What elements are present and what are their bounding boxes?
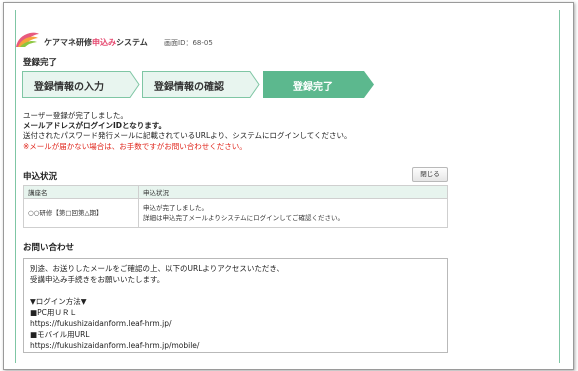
status-line: 詳細は申込完了メールよりシステムにログインしてご確認ください。	[143, 214, 344, 222]
inquiry-line: ▼ログイン方法▼	[30, 297, 87, 306]
inquiry-line: ■PC用ＵＲＬ	[30, 308, 77, 317]
inquiry-line	[30, 285, 441, 296]
column-header-status: 申込状況	[138, 185, 448, 199]
system-name: ケアマネ研修申込みシステム	[44, 38, 148, 47]
mobile-url-link[interactable]: https://fukushizaidanform.leaf-hrm.jp/mo…	[30, 340, 441, 351]
close-button[interactable]: 閉じる	[412, 167, 448, 182]
table-row: ○○研修【第□回第△期】 申込が完了しました。 詳細は申込完了メールよりシステム…	[23, 198, 448, 228]
table-header-row: 講座名 申込状況	[23, 185, 448, 199]
step-complete-label: 登録完了	[293, 82, 333, 93]
message-password-mail: 送付されたパスワード発行メールに記載されているURLより、システムにログインして…	[23, 131, 352, 140]
inquiry-line: 受講申込み手続きをお願いいたします。	[30, 275, 165, 284]
application-status: 申込が完了しました。 詳細は申込完了メールよりシステムにログインしてご確認くださ…	[138, 198, 448, 228]
inquiry-heading: お問い合わせ	[23, 243, 75, 253]
progress-steps: 登録情報の入力 登録情報の確認 登録完了	[22, 71, 382, 98]
page-title: 登録完了	[23, 58, 58, 68]
status-line: 申込が完了しました。	[143, 204, 208, 212]
inquiry-line: 別途、お送りしたメールをご確認の上、以下のURLよりアクセスいただき、	[30, 264, 284, 273]
column-header-course: 講座名	[23, 185, 139, 199]
screen-id: 画面ID：68-05	[164, 39, 213, 47]
message-login-id: メールアドレスがログインIDとなります。	[23, 121, 167, 130]
inquiry-text-box: 別途、お送りしたメールをご確認の上、以下のURLよりアクセスいただき、 受講申込…	[23, 258, 448, 353]
logo-icon	[16, 32, 39, 47]
step-input-label: 登録情報の入力	[34, 82, 104, 93]
application-table: 講座名 申込状況 ○○研修【第□回第△期】 申込が完了しました。 詳細は申込完了…	[23, 185, 448, 228]
message-complete: ユーザー登録が完了しました。	[23, 111, 128, 120]
application-status-heading: 申込状況	[23, 172, 58, 182]
warning-text: ※メールが届かない場合は、お手数ですがお問い合わせください。	[23, 142, 247, 151]
course-name: ○○研修【第□回第△期】	[23, 198, 139, 228]
inquiry-line: ■モバイル用URL	[30, 330, 90, 339]
step-confirm-label: 登録情報の確認	[154, 82, 224, 93]
pc-url-link[interactable]: https://fukushizaidanform.leaf-hrm.jp/	[30, 318, 441, 329]
